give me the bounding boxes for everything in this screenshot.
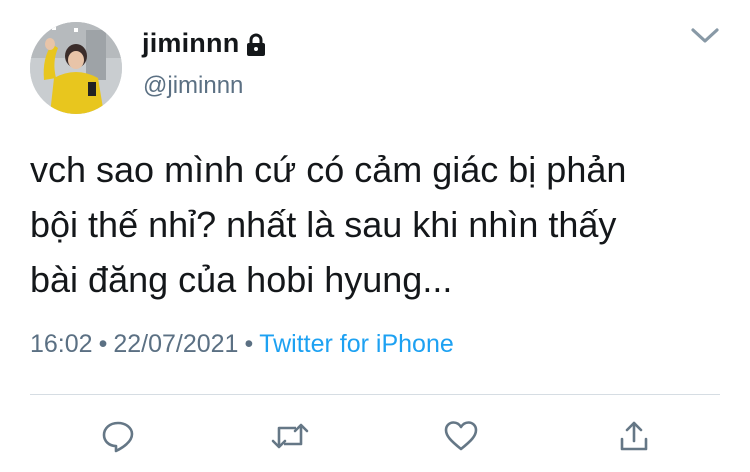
- meta-separator: •: [244, 330, 254, 358]
- share-icon[interactable]: [616, 418, 652, 454]
- retweet-icon[interactable]: [270, 418, 310, 454]
- meta-separator: •: [98, 330, 108, 358]
- chevron-down-icon[interactable]: [690, 24, 720, 48]
- tweet-text: vch sao mình cứ có cảm giác bị phản bội …: [30, 149, 627, 300]
- tweet-actions: [0, 418, 750, 458]
- avatar[interactable]: [30, 22, 122, 114]
- tweet-source-link[interactable]: Twitter for iPhone: [259, 330, 454, 358]
- display-name[interactable]: jiminnn: [142, 28, 239, 59]
- tweet-meta: 16:02 • 22/07/2021 • Twitter for iPhone: [30, 330, 454, 359]
- like-icon[interactable]: [443, 418, 479, 454]
- user-handle[interactable]: @jiminnn: [143, 72, 243, 100]
- name-row: jiminnn: [142, 28, 267, 59]
- reply-icon[interactable]: [100, 418, 136, 454]
- tweet-date[interactable]: 22/07/2021: [113, 330, 238, 358]
- lock-icon: [245, 33, 267, 57]
- tweet-card: jiminnn @jiminnn vch sao mình cứ có cảm …: [0, 0, 750, 472]
- tweet-time[interactable]: 16:02: [30, 330, 93, 358]
- divider: [30, 394, 720, 395]
